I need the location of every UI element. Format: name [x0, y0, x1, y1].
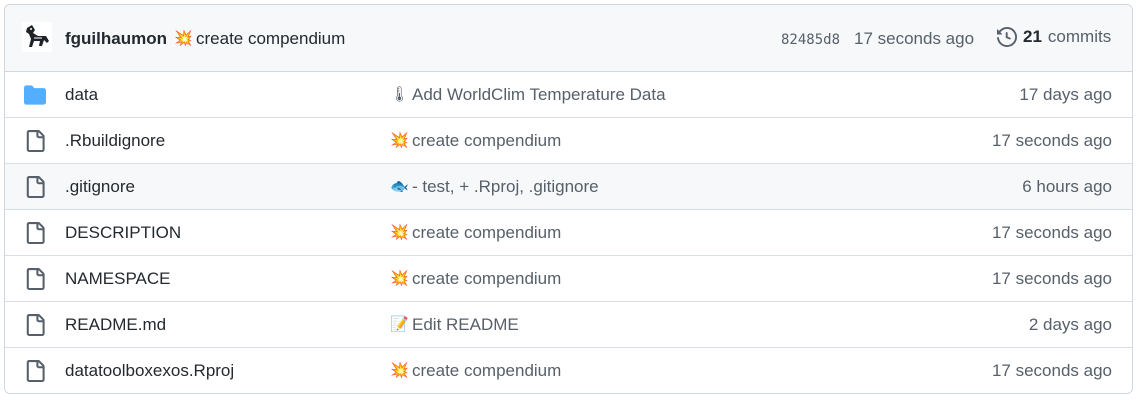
- collision-emoji-icon: 💥: [174, 30, 193, 47]
- commit-history-link[interactable]: 21 commits: [997, 27, 1111, 47]
- file-icon: [26, 176, 45, 198]
- latest-commit-header: fguilhaumon 💥 create compendium 82485d8 …: [5, 5, 1132, 72]
- file-name-link[interactable]: DESCRIPTION: [65, 223, 181, 243]
- file-commit-message: create compendium: [412, 269, 562, 288]
- file-age: 2 days ago: [1028, 315, 1112, 334]
- file-name-link[interactable]: NAMESPACE: [65, 269, 171, 289]
- file-commit-message-link[interactable]: 💥 create compendium: [390, 269, 561, 289]
- file-commit-message: Edit README: [412, 315, 519, 334]
- file-icon: [26, 268, 45, 290]
- file-row-rbuildignore[interactable]: .Rbuildignore 💥 create compendium 17 sec…: [5, 117, 1132, 163]
- memo-emoji-icon: 📝: [390, 316, 409, 333]
- history-icon: [997, 27, 1017, 47]
- file-commit-message: - test, + .Rproj, .gitignore: [412, 177, 599, 196]
- file-commit-message: Add WorldClim Temperature Data: [412, 85, 666, 104]
- file-commit-message: create compendium: [412, 361, 562, 380]
- file-commit-message-link[interactable]: 🐟 - test, + .Rproj, .gitignore: [390, 177, 599, 197]
- file-name-link[interactable]: README.md: [65, 315, 166, 335]
- collision-emoji-icon: 💥: [390, 132, 409, 149]
- file-age: 17 seconds ago: [991, 131, 1112, 150]
- commit-count: 21: [1023, 27, 1042, 46]
- file-name-link[interactable]: .gitignore: [65, 177, 135, 197]
- avatar[interactable]: [22, 22, 52, 52]
- collision-emoji-icon: 💥: [390, 270, 409, 287]
- file-age: 17 days ago: [1019, 85, 1112, 104]
- file-icon: [26, 360, 45, 382]
- file-age: 6 hours ago: [1022, 177, 1112, 196]
- file-commit-message-link[interactable]: 💥 create compendium: [390, 223, 561, 243]
- file-row-readme[interactable]: README.md 📝 Edit README 2 days ago: [5, 301, 1132, 347]
- file-commit-message: create compendium: [412, 131, 562, 150]
- commit-author-link[interactable]: fguilhaumon: [65, 29, 167, 49]
- file-icon: [26, 314, 45, 336]
- file-name-link[interactable]: data: [65, 85, 98, 105]
- commit-time: 17 seconds ago: [854, 29, 975, 48]
- file-row-data[interactable]: data 🌡 Add WorldClim Temperature Data 17…: [5, 72, 1132, 117]
- file-name-link[interactable]: datatoolboxexos.Rproj: [65, 361, 234, 381]
- commit-sha-link[interactable]: 82485d8: [781, 32, 840, 48]
- file-commit-message-link[interactable]: 💥 create compendium: [390, 131, 561, 151]
- collision-emoji-icon: 💥: [390, 224, 409, 241]
- file-row-gitignore[interactable]: .gitignore 🐟 - test, + .Rproj, .gitignor…: [5, 163, 1132, 209]
- commit-message-link[interactable]: 💥 create compendium: [174, 29, 345, 49]
- file-row-namespace[interactable]: NAMESPACE 💥 create compendium 17 seconds…: [5, 255, 1132, 301]
- file-icon: [26, 130, 45, 152]
- file-commit-message-link[interactable]: 📝 Edit README: [390, 315, 519, 335]
- thermometer-emoji-icon: 🌡: [390, 86, 410, 103]
- file-row-rproj[interactable]: datatoolboxexos.Rproj 💥 create compendiu…: [5, 347, 1132, 393]
- file-icon: [26, 222, 45, 244]
- collision-emoji-icon: 💥: [390, 362, 409, 379]
- file-commit-message-link[interactable]: 🌡 Add WorldClim Temperature Data: [390, 85, 666, 105]
- file-name-link[interactable]: .Rbuildignore: [65, 131, 165, 151]
- file-commit-message: create compendium: [412, 223, 562, 242]
- commit-message: create compendium: [196, 29, 346, 48]
- avatar-dog-icon: [22, 22, 52, 52]
- file-row-description[interactable]: DESCRIPTION 💥 create compendium 17 secon…: [5, 209, 1132, 255]
- file-browser: fguilhaumon 💥 create compendium 82485d8 …: [4, 4, 1133, 394]
- folder-icon: [24, 85, 46, 105]
- commit-count-label: commits: [1047, 27, 1112, 46]
- fish-emoji-icon: 🐟: [390, 178, 409, 195]
- file-age: 17 seconds ago: [991, 269, 1112, 288]
- file-age: 17 seconds ago: [991, 223, 1112, 242]
- file-age: 17 seconds ago: [991, 361, 1112, 380]
- file-commit-message-link[interactable]: 💥 create compendium: [390, 361, 561, 381]
